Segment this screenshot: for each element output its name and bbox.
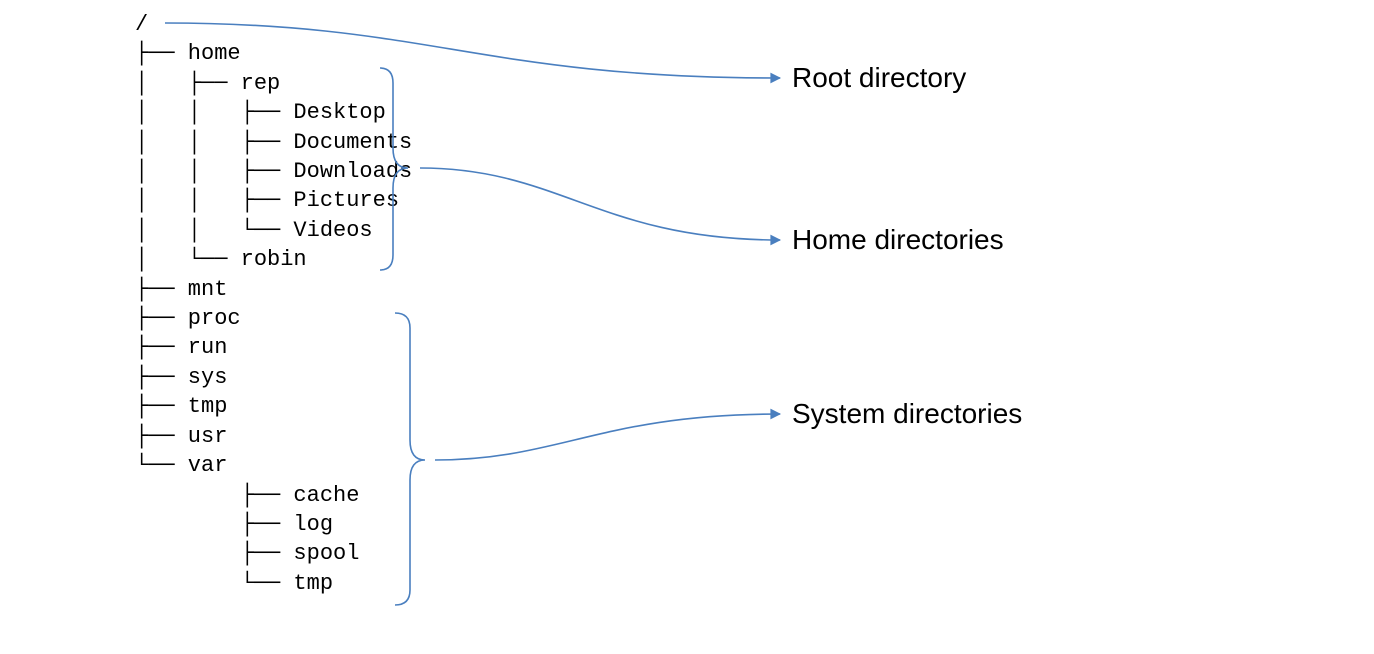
label-home-directories: Home directories <box>792 224 1004 256</box>
arrow-home <box>420 168 780 240</box>
directory-tree: / ├── home │ ├── rep │ │ ├── Desktop │ │… <box>135 10 412 598</box>
label-root-directory: Root directory <box>792 62 966 94</box>
arrow-system <box>435 414 780 460</box>
label-system-directories: System directories <box>792 398 1022 430</box>
